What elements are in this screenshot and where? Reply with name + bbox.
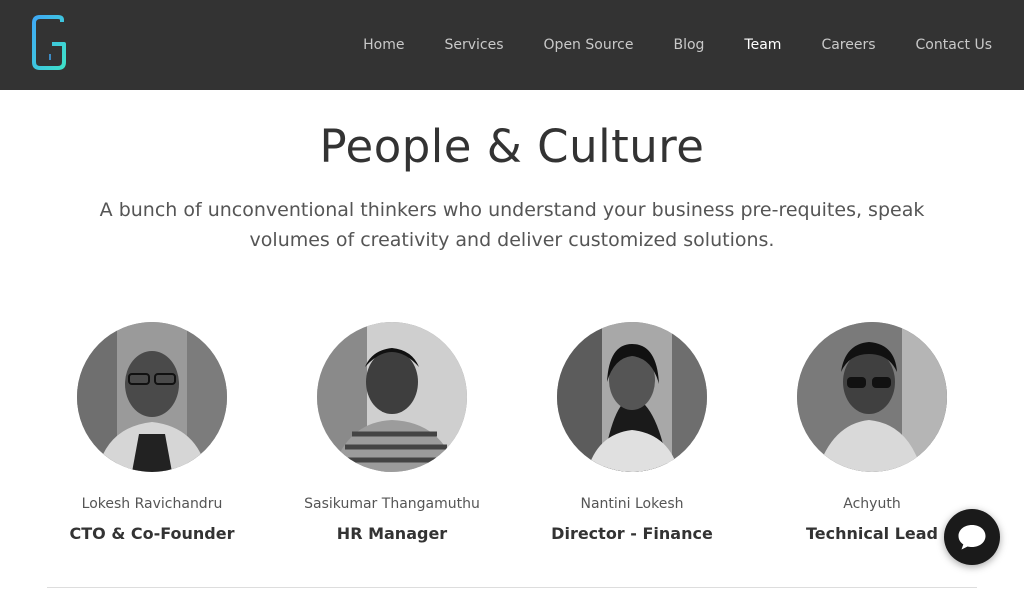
- team-grid: Lokesh Ravichandru CTO & Co-Founder Sasi…: [32, 322, 992, 562]
- member-photo: [77, 322, 227, 472]
- member-photo: [557, 322, 707, 472]
- nav-team-link[interactable]: Team: [744, 37, 781, 53]
- section-divider: [47, 587, 977, 588]
- nav-services-link[interactable]: Services: [444, 37, 503, 53]
- member-name: Achyuth: [843, 496, 901, 512]
- g-logo-icon[interactable]: [30, 14, 68, 72]
- team-member-card: Nantini Lokesh Director - Finance: [512, 322, 752, 543]
- member-role: CTO & Co-Founder: [69, 524, 235, 543]
- team-member-card: Achyuth Technical Lead: [752, 322, 992, 543]
- member-role: HR Manager: [336, 524, 448, 543]
- team-member-card: Sasikumar Thangamuthu HR Manager: [272, 322, 512, 543]
- member-photo: [317, 322, 467, 472]
- chat-bubble-icon: [958, 525, 986, 550]
- member-photo: [797, 322, 947, 472]
- nav-home-link[interactable]: Home: [363, 37, 404, 53]
- main-navigation: Home Services Open Source Blog Team Care…: [323, 0, 992, 90]
- nav-blog-link[interactable]: Blog: [673, 37, 704, 53]
- chat-button[interactable]: [944, 509, 1000, 565]
- team-member-card: Lokesh Ravichandru CTO & Co-Founder: [32, 322, 272, 543]
- page-title: People & Culture: [319, 120, 705, 173]
- top-navbar: Home Services Open Source Blog Team Care…: [0, 0, 1024, 90]
- nav-contact-us-link[interactable]: Contact Us: [916, 37, 992, 53]
- member-name: Nantini Lokesh: [580, 496, 684, 512]
- member-role: Director - Finance: [551, 524, 713, 543]
- member-name: Sasikumar Thangamuthu: [304, 496, 480, 512]
- page-subtitle: A bunch of unconventional thinkers who u…: [99, 199, 925, 251]
- member-name: Lokesh Ravichandru: [81, 496, 223, 512]
- nav-careers-link[interactable]: Careers: [821, 37, 875, 53]
- nav-open-source-link[interactable]: Open Source: [544, 37, 634, 53]
